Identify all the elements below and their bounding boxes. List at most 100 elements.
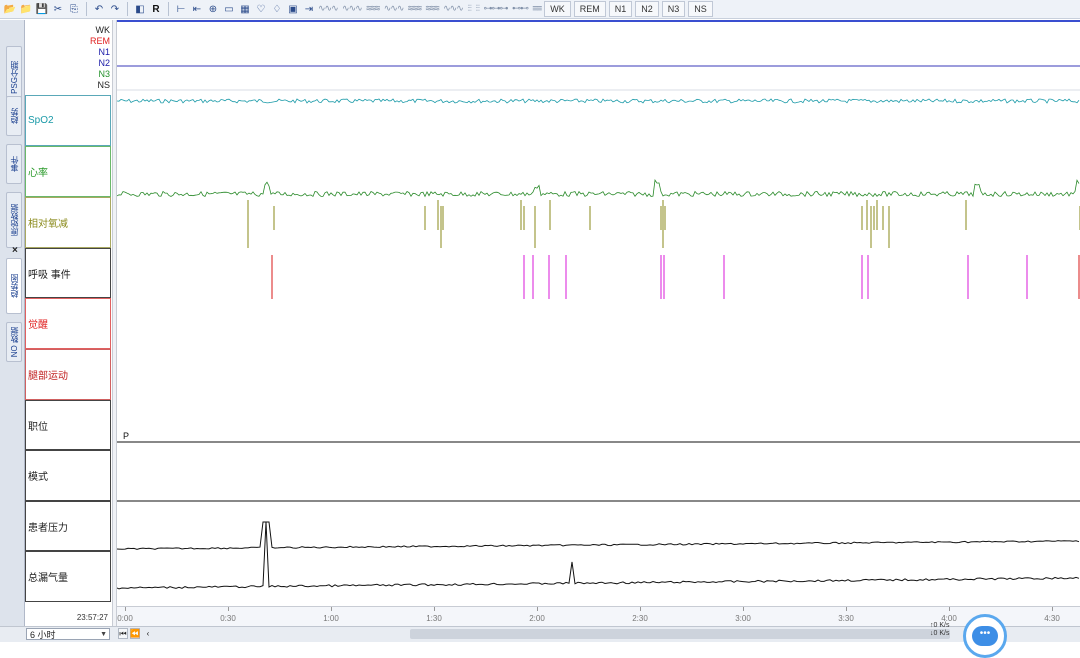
first-page-button[interactable]: ⏮ bbox=[118, 628, 128, 639]
stage-rem-button[interactable]: REM bbox=[573, 1, 606, 17]
chat-assistant-icon[interactable]: ••• bbox=[963, 614, 1007, 658]
target-icon[interactable]: ⊕ bbox=[206, 2, 220, 16]
channel-label-text: 患者压力 bbox=[28, 522, 68, 534]
cut-icon[interactable]: ✂ bbox=[51, 2, 65, 16]
upload-speed: ↑0 K/s bbox=[930, 622, 950, 629]
cursor-icon[interactable]: ⇤ bbox=[190, 2, 204, 16]
channel-label-desaturation[interactable]: 相对氧减 bbox=[25, 197, 111, 248]
chat-dots-icon: ••• bbox=[972, 626, 998, 646]
tab-events[interactable]: 事件 bbox=[6, 144, 22, 184]
patient-pressure-trace bbox=[116, 521, 1080, 550]
report-icon[interactable]: R bbox=[149, 2, 163, 16]
time-tick-label: 1:00 bbox=[323, 614, 339, 623]
tab-trend[interactable]: 趋势 bbox=[6, 96, 22, 136]
calendar-icon[interactable]: ▦ bbox=[238, 2, 252, 16]
stage-label-n2: N2 bbox=[98, 58, 110, 68]
time-tick bbox=[743, 607, 744, 611]
time-tick-label: 3:00 bbox=[735, 614, 751, 623]
time-tick bbox=[331, 607, 332, 611]
time-tick-label: 0:00 bbox=[117, 614, 133, 623]
desaturation-marks bbox=[247, 200, 1080, 248]
stage-label-n1: N1 bbox=[98, 47, 110, 57]
light-icon[interactable]: ♢ bbox=[270, 2, 284, 16]
channel-label-text: SpO2 bbox=[28, 115, 54, 126]
clock-time: 23:57:27 bbox=[76, 613, 108, 622]
marker-icon[interactable]: ◧ bbox=[133, 2, 147, 16]
stage-label-ns: NS bbox=[97, 80, 110, 90]
image-icon[interactable]: ▣ bbox=[286, 2, 300, 16]
stage-wk-button[interactable]: WK bbox=[544, 1, 571, 17]
trend-chart-svg: P bbox=[116, 65, 1080, 590]
bottom-bar: 6 小时 ▼ ⏮ ⏪ ‹ bbox=[0, 626, 1080, 642]
stage-label-n3: N3 bbox=[98, 69, 110, 79]
stage-label-rem: REM bbox=[90, 36, 110, 46]
download-speed: ↓0 K/s bbox=[930, 630, 950, 637]
time-tick bbox=[537, 607, 538, 611]
bulb-icon[interactable]: ♡ bbox=[254, 2, 268, 16]
open-folder-icon[interactable]: 📂 bbox=[3, 2, 17, 16]
channel-label-leg-movement[interactable]: 腿部运动 bbox=[25, 349, 111, 400]
heart-rate-trace bbox=[116, 178, 1080, 198]
horizontal-scrollbar-thumb[interactable] bbox=[410, 629, 950, 639]
time-tick bbox=[228, 607, 229, 611]
waveform-tools-icon[interactable]: ∿∿∿ ∿∿∿ ≋≋≋ ∿∿∿ ≋≋≋ ≋≋≋ ∿∿∿ ⫶⫶⫶ ⫶⫶⫶ ⊶⊶⊶ … bbox=[318, 4, 542, 14]
export-icon[interactable]: ⇥ bbox=[302, 2, 316, 16]
tab-label: NO 数据 bbox=[9, 326, 19, 358]
channel-label-text: 职位 bbox=[28, 421, 48, 433]
channel-label-text: 心率 bbox=[28, 168, 48, 179]
channel-label-text: 模式 bbox=[28, 472, 48, 483]
channel-label-text: 觉醒 bbox=[28, 320, 48, 331]
channel-label-total-leak[interactable]: 总漏气量 bbox=[25, 551, 111, 602]
time-tick bbox=[125, 607, 126, 611]
channel-label-text: 总漏气量 bbox=[28, 573, 68, 584]
scroll-left-icon[interactable]: ‹ bbox=[143, 628, 153, 639]
stage-label-wk: WK bbox=[95, 25, 111, 35]
time-tick bbox=[434, 607, 435, 611]
chevron-down-icon: ▼ bbox=[100, 631, 107, 638]
window-icon[interactable]: ▭ bbox=[222, 2, 236, 16]
prev-page-button[interactable]: ⏪ bbox=[130, 628, 140, 639]
toolbar-separator bbox=[86, 2, 87, 16]
channel-label-patient-pressure[interactable]: 患者压力 bbox=[25, 501, 111, 551]
tab-raw-data[interactable]: 原始数据 bbox=[6, 192, 22, 248]
save-icon[interactable]: 💾 bbox=[35, 2, 49, 16]
tab-label: PSG分期 bbox=[9, 60, 19, 94]
channel-label-spo2[interactable]: SpO2 bbox=[25, 95, 111, 146]
tab-no-data[interactable]: NO 数据 bbox=[6, 322, 22, 362]
duration-value: 6 小时 bbox=[30, 630, 56, 640]
time-tick-label: 3:30 bbox=[838, 614, 854, 623]
channel-label-text: 腿部运动 bbox=[28, 371, 68, 382]
duration-select[interactable]: 6 小时 ▼ bbox=[26, 628, 110, 640]
channel-label-respiratory-events[interactable]: 呼吸 事件 bbox=[25, 248, 111, 298]
stage-ns-button[interactable]: NS bbox=[688, 1, 713, 17]
position-marker: P bbox=[123, 431, 129, 441]
tab-label: 原始数据 bbox=[9, 204, 19, 236]
tab-label: 趋势图 bbox=[9, 274, 19, 298]
channel-label-text: 相对氧减 bbox=[28, 219, 68, 230]
stage-n3-button[interactable]: N3 bbox=[661, 1, 686, 17]
stage-n2-button[interactable]: N2 bbox=[635, 1, 659, 17]
copy-icon[interactable]: ⎘ bbox=[67, 2, 81, 16]
trend-chart-area[interactable]: P bbox=[116, 20, 1080, 610]
open-file-icon[interactable]: 📁 bbox=[19, 2, 33, 16]
channel-label-heart-rate[interactable]: 心率 bbox=[25, 146, 111, 197]
redo-icon[interactable]: ↷ bbox=[108, 2, 122, 16]
channel-label-position[interactable]: 职位 bbox=[25, 400, 111, 450]
hypnogram-stage-labels: WK REM N1 N2 N3 NS bbox=[25, 25, 112, 95]
time-tick-label: 1:30 bbox=[426, 614, 442, 623]
toolbar-separator bbox=[168, 2, 169, 16]
toolbar: 📂 📁 💾 ✂ ⎘ ↶ ↷ ◧ R ⊢ ⇤ ⊕ ▭ ▦ ♡ ♢ ▣ ⇥ ∿∿∿ … bbox=[0, 0, 1080, 19]
close-icon[interactable]: × bbox=[12, 245, 18, 256]
left-tab-strip: PSG分期 趋势 事件 原始数据 趋势图 NO 数据 bbox=[0, 20, 25, 641]
time-tick-label: 2:00 bbox=[529, 614, 545, 623]
stage-n1-button[interactable]: N1 bbox=[608, 1, 633, 17]
undo-icon[interactable]: ↶ bbox=[92, 2, 106, 16]
tab-label: 事件 bbox=[9, 156, 19, 172]
time-tick bbox=[640, 607, 641, 611]
time-tick-label: 4:30 bbox=[1044, 614, 1060, 623]
tab-trend-chart[interactable]: 趋势图 bbox=[6, 258, 22, 314]
measure-icon[interactable]: ⊢ bbox=[174, 2, 188, 16]
network-speed-widget: ↑0 K/s ↓0 K/s bbox=[930, 622, 949, 638]
channel-label-mode[interactable]: 模式 bbox=[25, 450, 111, 501]
channel-label-arousal[interactable]: 觉醒 bbox=[25, 298, 111, 349]
